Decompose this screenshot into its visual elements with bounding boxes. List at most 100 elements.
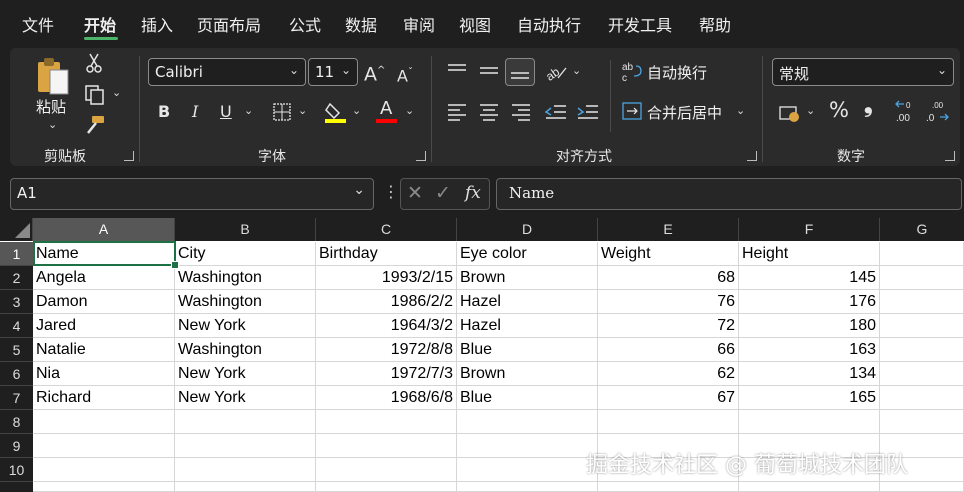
copy-dropdown-icon[interactable]: ⌄ [112,86,121,99]
data-cell[interactable]: 62 [598,362,739,386]
font-launcher-icon[interactable] [416,151,426,161]
data-cell[interactable]: 134 [739,362,880,386]
empty-cell[interactable] [316,458,457,482]
menu-view[interactable]: 视图 [459,12,491,36]
menu-page-layout[interactable]: 页面布局 [197,12,261,36]
data-cell[interactable]: Washington [175,266,316,290]
row-header[interactable]: 6 [0,362,33,386]
empty-cell[interactable] [880,482,964,492]
format-painter-icon[interactable] [84,114,106,136]
row-header[interactable] [0,482,33,492]
empty-cell[interactable] [175,410,316,434]
header-cell[interactable]: Eye color [457,242,598,266]
header-cell[interactable]: Weight [598,242,739,266]
percent-style-button[interactable]: % [829,100,849,121]
font-name-combo[interactable]: Calibri ⌄ [148,58,306,86]
data-cell[interactable]: Washington [175,338,316,362]
empty-cell[interactable] [33,458,175,482]
increase-indent-icon[interactable] [576,102,600,122]
data-cell[interactable]: Blue [457,386,598,410]
align-middle-icon[interactable] [478,62,500,80]
empty-cell[interactable] [880,266,964,290]
empty-cell[interactable] [880,290,964,314]
data-cell[interactable]: 1986/2/2 [316,290,457,314]
column-header-b[interactable]: B [175,218,316,241]
header-cell[interactable]: Birthday [316,242,457,266]
paste-button[interactable]: 粘贴 ⌄ [30,54,76,134]
orientation-icon[interactable]: ab [544,60,568,82]
data-cell[interactable]: New York [175,362,316,386]
confirm-icon[interactable]: ✓ [435,182,451,204]
bold-button[interactable]: B [158,103,170,121]
data-cell[interactable]: Natalie [33,338,175,362]
decrease-indent-icon[interactable] [544,102,568,122]
empty-cell[interactable] [880,410,964,434]
underline-dropdown-icon[interactable]: ⌄ [244,104,253,117]
data-cell[interactable]: 163 [739,338,880,362]
merge-dropdown-icon[interactable]: ⌄ [736,104,745,117]
empty-cell[interactable] [739,410,880,434]
alignment-launcher-icon[interactable] [747,151,757,161]
menu-formulas[interactable]: 公式 [289,12,321,36]
row-header[interactable]: 7 [0,386,33,410]
empty-cell[interactable] [175,482,316,492]
empty-cell[interactable] [880,362,964,386]
data-cell[interactable]: Richard [33,386,175,410]
align-bottom-button[interactable] [505,58,535,86]
data-cell[interactable]: Blue [457,338,598,362]
increase-decimal-icon[interactable]: 0 .00 [894,100,920,124]
data-cell[interactable]: Brown [457,266,598,290]
align-left-icon[interactable] [446,102,468,122]
name-box[interactable]: A1 ⌄ [10,178,374,210]
empty-cell[interactable] [316,434,457,458]
data-cell[interactable]: Angela [33,266,175,290]
fill-color-icon[interactable] [324,100,348,124]
menu-data[interactable]: 数据 [345,12,377,36]
empty-cell[interactable] [175,458,316,482]
data-cell[interactable]: 1972/8/8 [316,338,457,362]
decrease-decimal-icon[interactable]: .00 .0 [926,100,952,124]
row-header[interactable]: 1 [0,242,33,266]
empty-cell[interactable] [33,410,175,434]
empty-cell[interactable] [33,482,175,492]
decrease-font-icon[interactable]: Aˇ [397,64,413,85]
data-cell[interactable]: 67 [598,386,739,410]
data-cell[interactable]: 68 [598,266,739,290]
data-cell[interactable]: Nia [33,362,175,386]
row-header[interactable]: 4 [0,314,33,338]
cut-icon[interactable] [84,52,104,74]
empty-cell[interactable] [880,338,964,362]
underline-button[interactable]: U [220,103,232,121]
data-cell[interactable]: 145 [739,266,880,290]
fill-color-dropdown-icon[interactable]: ⌄ [352,104,361,117]
empty-cell[interactable] [316,482,457,492]
menu-insert[interactable]: 插入 [141,12,173,36]
row-header[interactable]: 9 [0,434,33,458]
empty-cell[interactable] [457,458,598,482]
insert-function-icon[interactable]: fx [465,183,481,203]
column-header-g[interactable]: G [880,218,964,241]
column-header-a[interactable]: A [33,218,175,241]
more-options-icon[interactable]: ⋮ [383,182,399,201]
font-size-combo[interactable]: 11 ⌄ [308,58,358,86]
empty-cell[interactable] [457,434,598,458]
increase-font-icon[interactable]: A^ [364,62,385,84]
menu-review[interactable]: 审阅 [403,12,435,36]
accounting-format-icon[interactable] [778,102,802,124]
row-header[interactable]: 5 [0,338,33,362]
menu-home[interactable]: 开始 [84,12,116,36]
wrap-text-button[interactable]: ab c 自动换行 [622,60,722,84]
formula-input[interactable]: Name [496,178,962,210]
font-color-dropdown-icon[interactable]: ⌄ [405,104,414,117]
empty-cell[interactable] [457,482,598,492]
empty-cell[interactable] [739,482,880,492]
empty-cell[interactable] [880,386,964,410]
data-cell[interactable]: New York [175,386,316,410]
empty-cell[interactable] [457,410,598,434]
data-cell[interactable]: Brown [457,362,598,386]
copy-icon[interactable] [84,84,106,106]
data-cell[interactable]: Washington [175,290,316,314]
data-cell[interactable]: 1968/6/8 [316,386,457,410]
data-cell[interactable]: 176 [739,290,880,314]
menu-automate[interactable]: 自动执行 [517,12,581,36]
